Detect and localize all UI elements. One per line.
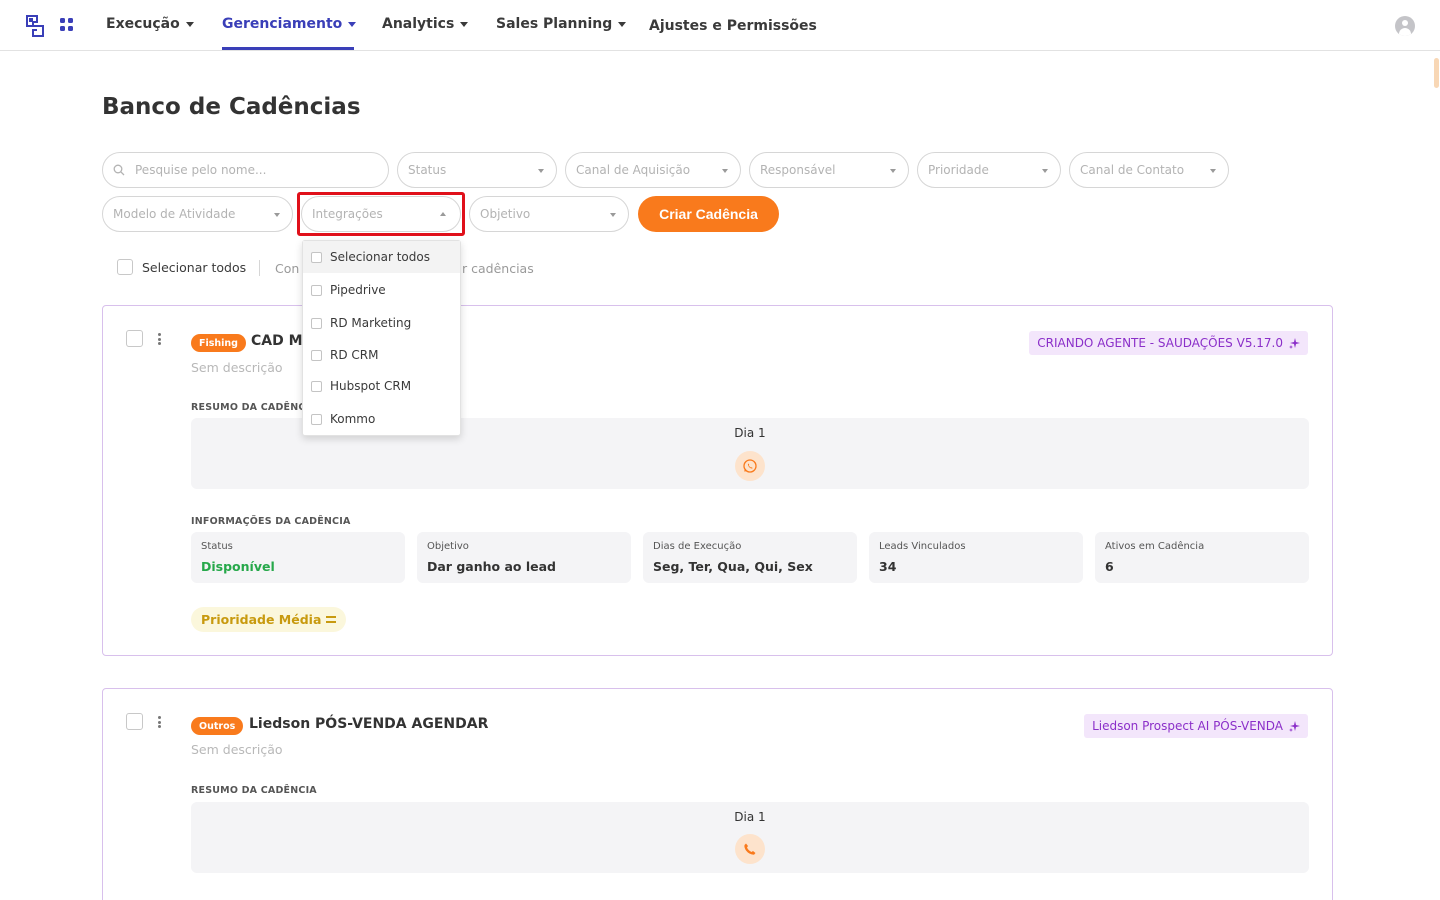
- summary-section-label: RESUMO DA CADÊNCIA: [191, 785, 317, 796]
- chevron-down-icon: [460, 21, 469, 27]
- status-select[interactable]: Status: [397, 152, 557, 188]
- chevron-down-icon: [722, 169, 728, 173]
- menu-item-rd-marketing[interactable]: RD Marketing: [303, 307, 460, 339]
- info-section-label: INFORMAÇÕES DA CADÊNCIA: [191, 516, 351, 527]
- summary-section-label: RESUMO DA CADÊNCIA: [191, 402, 317, 413]
- cadence-card[interactable]: Outros Liedson PÓS-VENDA AGENDAR Sem des…: [102, 688, 1333, 900]
- prioridade-select[interactable]: Prioridade: [917, 152, 1061, 188]
- nav-item-sales-planning[interactable]: Sales Planning: [496, 16, 627, 32]
- more-options-icon[interactable]: [157, 716, 161, 728]
- nav-item-execucao[interactable]: Execução: [106, 16, 194, 32]
- scrollbar-thumb[interactable]: [1434, 58, 1439, 88]
- card-checkbox[interactable]: [126, 713, 143, 730]
- category-tag: Outros: [191, 717, 244, 735]
- bulk-action-link[interactable]: Con: [275, 261, 299, 276]
- info-ativos-cadencia: Ativos em Cadência 6: [1095, 532, 1309, 583]
- menu-checkbox[interactable]: [311, 317, 322, 329]
- nav-item-ajustes-permissoes[interactable]: Ajustes e Permissões: [649, 18, 817, 34]
- chevron-down-icon: [1210, 169, 1216, 173]
- integracoes-dropdown-menu: Selecionar todos Pipedrive RD Marketing …: [302, 240, 461, 436]
- whatsapp-icon[interactable]: [735, 451, 765, 481]
- menu-checkbox[interactable]: [311, 380, 322, 392]
- info-leads-vinculados: Leads Vinculados 34: [869, 532, 1083, 583]
- phone-icon[interactable]: [735, 834, 765, 864]
- chevron-down-icon: [1042, 169, 1048, 173]
- menu-checkbox[interactable]: [311, 413, 322, 425]
- search-icon: [113, 164, 125, 176]
- logo-icon[interactable]: [26, 15, 44, 37]
- priority-badge: Prioridade Média: [191, 607, 347, 632]
- apps-grid-icon[interactable]: [59, 17, 75, 33]
- canal-contato-select[interactable]: Canal de Contato: [1069, 152, 1229, 188]
- chevron-down-icon: [610, 213, 616, 217]
- chevron-down-icon: [274, 213, 280, 217]
- chevron-down-icon: [538, 169, 544, 173]
- sparkle-icon: [1289, 337, 1300, 349]
- category-tag: Fishing: [191, 334, 246, 352]
- objetivo-select[interactable]: Objetivo: [469, 196, 629, 232]
- card-checkbox[interactable]: [126, 330, 143, 347]
- info-objetivo: Objetivo Dar ganho ao lead: [417, 532, 631, 583]
- cadence-summary: Dia 1: [191, 802, 1309, 873]
- cadence-name[interactable]: Liedson PÓS-VENDA AGENDAR: [249, 716, 488, 732]
- chevron-down-icon: [348, 21, 357, 27]
- info-dias-execucao: Dias de Execução Seg, Ter, Qua, Qui, Sex: [643, 532, 857, 583]
- active-nav-indicator: [222, 47, 354, 50]
- canal-aquisicao-select[interactable]: Canal de Aquisição: [565, 152, 741, 188]
- modelo-atividade-select[interactable]: Modelo de Atividade: [102, 196, 293, 232]
- chevron-down-icon: [185, 21, 194, 27]
- integracoes-highlight-box: [297, 192, 465, 236]
- cadence-description: Sem descrição: [191, 742, 283, 757]
- menu-item-kommo[interactable]: Kommo: [303, 403, 460, 435]
- equals-icon: [326, 616, 337, 623]
- chevron-down-icon: [618, 21, 627, 27]
- responsavel-select[interactable]: Responsável: [749, 152, 909, 188]
- search-input[interactable]: Pesquise pelo nome...: [102, 152, 389, 188]
- agent-badge[interactable]: Liedson Prospect AI PÓS-VENDA: [1084, 714, 1308, 738]
- cadence-card[interactable]: Fishing CAD MA Sem descrição CRIANDO AGE…: [102, 305, 1333, 656]
- menu-checkbox[interactable]: [311, 349, 322, 361]
- cadence-description: Sem descrição: [191, 360, 283, 375]
- user-avatar-icon[interactable]: [1395, 16, 1415, 36]
- chevron-down-icon: [890, 169, 896, 173]
- page-title: Banco de Cadências: [102, 94, 361, 120]
- search-placeholder: Pesquise pelo nome...: [135, 163, 267, 177]
- info-status: Status Disponível: [191, 532, 405, 583]
- top-navigation: Execução Gerenciamento Analytics Sales P…: [0, 0, 1440, 51]
- status-value: Disponível: [201, 559, 275, 574]
- day-label: Dia 1: [734, 810, 766, 824]
- menu-item-rd-crm[interactable]: RD CRM: [303, 339, 460, 371]
- sparkle-icon: [1289, 720, 1300, 732]
- menu-checkbox[interactable]: [311, 251, 322, 263]
- menu-item-hubspot-crm[interactable]: Hubspot CRM: [303, 370, 460, 402]
- more-options-icon[interactable]: [157, 333, 161, 345]
- nav-item-analytics[interactable]: Analytics: [382, 16, 469, 32]
- criar-cadencia-button[interactable]: Criar Cadência: [638, 196, 779, 232]
- select-all-control[interactable]: Selecionar todos: [117, 259, 246, 275]
- select-all-checkbox[interactable]: [117, 259, 133, 275]
- bulk-action-link-2[interactable]: r cadências: [462, 261, 534, 276]
- agent-badge[interactable]: CRIANDO AGENTE - SAUDAÇÕES V5.17.0: [1029, 331, 1308, 355]
- nav-item-gerenciamento[interactable]: Gerenciamento: [222, 16, 357, 32]
- menu-checkbox[interactable]: [311, 284, 322, 296]
- selection-divider: [259, 260, 260, 276]
- menu-item-pipedrive[interactable]: Pipedrive: [303, 274, 460, 306]
- menu-item-selecionar-todos[interactable]: Selecionar todos: [303, 241, 460, 273]
